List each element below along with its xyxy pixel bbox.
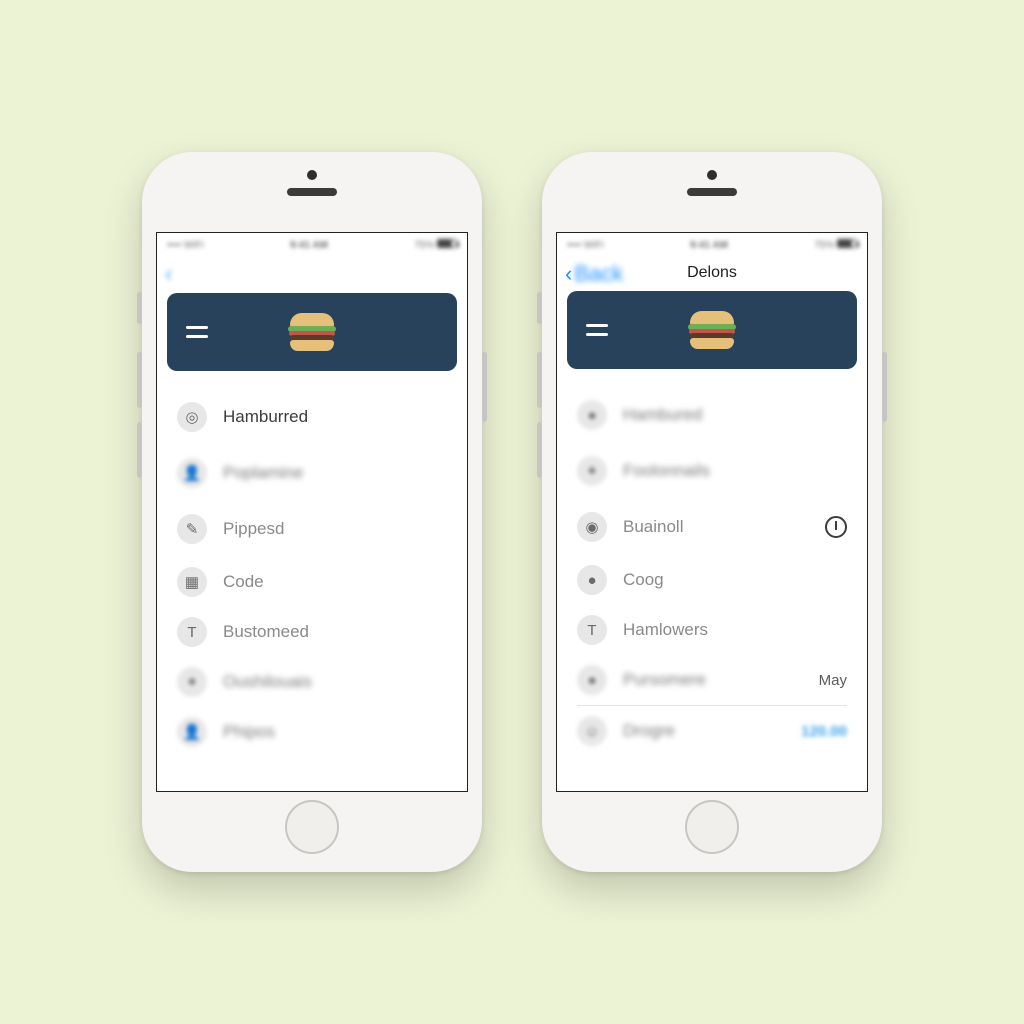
volume-down-button: [137, 422, 142, 478]
power-icon[interactable]: [825, 516, 847, 538]
list-item[interactable]: ● Coog: [563, 555, 861, 605]
text-icon: T: [577, 615, 607, 645]
leaf-icon: ◎: [177, 402, 207, 432]
volume-down-button: [537, 422, 542, 478]
list-item[interactable]: ☺ Drogre 120.00: [563, 706, 861, 756]
hamburger-menu-icon[interactable]: [577, 310, 617, 350]
gear-icon: ✦: [177, 667, 207, 697]
app-header: [567, 291, 857, 369]
list-item-label: Phipos: [223, 722, 447, 742]
chevron-left-icon: ‹: [565, 261, 572, 287]
list-item[interactable]: ◉ Buainoll: [563, 499, 861, 555]
drop-icon: ◉: [577, 512, 607, 542]
list-item-trail: May: [819, 672, 847, 689]
list-item-label: Pippesd: [223, 519, 447, 539]
content-list: ● Hambured ✦ Foolonnails ◉ Buainoll ● Co…: [557, 369, 867, 756]
status-right: 75%: [414, 239, 457, 251]
list-item-label: Bustomeed: [223, 622, 447, 642]
list-item[interactable]: ✦ Foolonnails: [563, 443, 861, 499]
back-button[interactable]: ‹: [165, 261, 174, 287]
mute-switch: [137, 292, 142, 324]
list-item-label: Hamburred: [223, 407, 447, 427]
status-left: •••• WiFi: [567, 240, 604, 251]
person-icon: 👤: [177, 717, 207, 747]
list-item-label: Buainoll: [623, 517, 809, 537]
list-item-label: Code: [223, 572, 447, 592]
phone-left: •••• WiFi 9:41 AM 75% ‹: [142, 152, 482, 872]
chevron-left-icon: ‹: [165, 261, 172, 287]
status-time: 9:41 AM: [290, 240, 328, 251]
list-item-label: Oushilouais: [223, 672, 447, 692]
list-item-label: Drogre: [623, 721, 785, 741]
list-item[interactable]: ● Pursomere May: [563, 655, 861, 705]
battery-icon: [437, 239, 457, 248]
burger-logo-icon: [287, 313, 337, 351]
list-item[interactable]: ✎ Pippesd: [163, 501, 461, 557]
list-item-label: Poplamine: [223, 463, 447, 483]
battery-icon: [837, 239, 857, 248]
text-icon: T: [177, 617, 207, 647]
power-button: [482, 352, 487, 422]
grid-icon: ▦: [177, 567, 207, 597]
home-button[interactable]: [685, 800, 739, 854]
list-item-label: Coog: [623, 570, 847, 590]
phone-right: •••• WiFi 9:41 AM 75% ‹ Back Delons: [542, 152, 882, 872]
list-item-price: 120.00: [801, 723, 847, 740]
burger-logo-icon: [687, 311, 737, 349]
list-item-label: Pursomere: [623, 670, 803, 690]
list-item[interactable]: T Hamlowers: [563, 605, 861, 655]
list-item[interactable]: 👤 Poplamine: [163, 445, 461, 501]
person-icon: 👤: [177, 458, 207, 488]
list-item[interactable]: ◎ Hamburred: [163, 389, 461, 445]
volume-up-button: [537, 352, 542, 408]
status-left: •••• WiFi: [167, 240, 204, 251]
screen: •••• WiFi 9:41 AM 75% ‹ Back Delons: [556, 232, 868, 792]
status-time: 9:41 AM: [690, 240, 728, 251]
status-right: 75%: [814, 239, 857, 251]
power-button: [882, 352, 887, 422]
back-label: Back: [574, 261, 623, 287]
home-button[interactable]: [285, 800, 339, 854]
dot-icon: ●: [577, 400, 607, 430]
list-item[interactable]: ✦ Oushilouais: [163, 657, 461, 707]
back-button[interactable]: ‹ Back: [565, 261, 623, 287]
mute-switch: [537, 292, 542, 324]
list-item-label: Foolonnails: [623, 461, 847, 481]
hamburger-menu-icon[interactable]: [177, 312, 217, 352]
list-item[interactable]: ▦ Code: [163, 557, 461, 607]
stroke-icon: ✎: [177, 514, 207, 544]
list-item[interactable]: T Bustomeed: [163, 607, 461, 657]
person-icon: ✦: [577, 456, 607, 486]
menu-list: ◎ Hamburred 👤 Poplamine ✎ Pippesd ▦ Code…: [157, 371, 467, 757]
dot-icon: ●: [577, 665, 607, 695]
list-item[interactable]: 👤 Phipos: [163, 707, 461, 757]
nav-bar: ‹: [157, 257, 467, 289]
nav-bar: ‹ Back Delons: [557, 257, 867, 289]
dot-icon: ●: [577, 565, 607, 595]
app-header: [167, 293, 457, 371]
list-item-label: Hamlowers: [623, 620, 847, 640]
page-title: Delons: [687, 264, 737, 282]
volume-up-button: [137, 352, 142, 408]
list-item[interactable]: ● Hambured: [563, 387, 861, 443]
avatar-icon: ☺: [577, 716, 607, 746]
status-bar: •••• WiFi 9:41 AM 75%: [157, 233, 467, 257]
screen: •••• WiFi 9:41 AM 75% ‹: [156, 232, 468, 792]
list-item-label: Hambured: [623, 405, 847, 425]
status-bar: •••• WiFi 9:41 AM 75%: [557, 233, 867, 257]
